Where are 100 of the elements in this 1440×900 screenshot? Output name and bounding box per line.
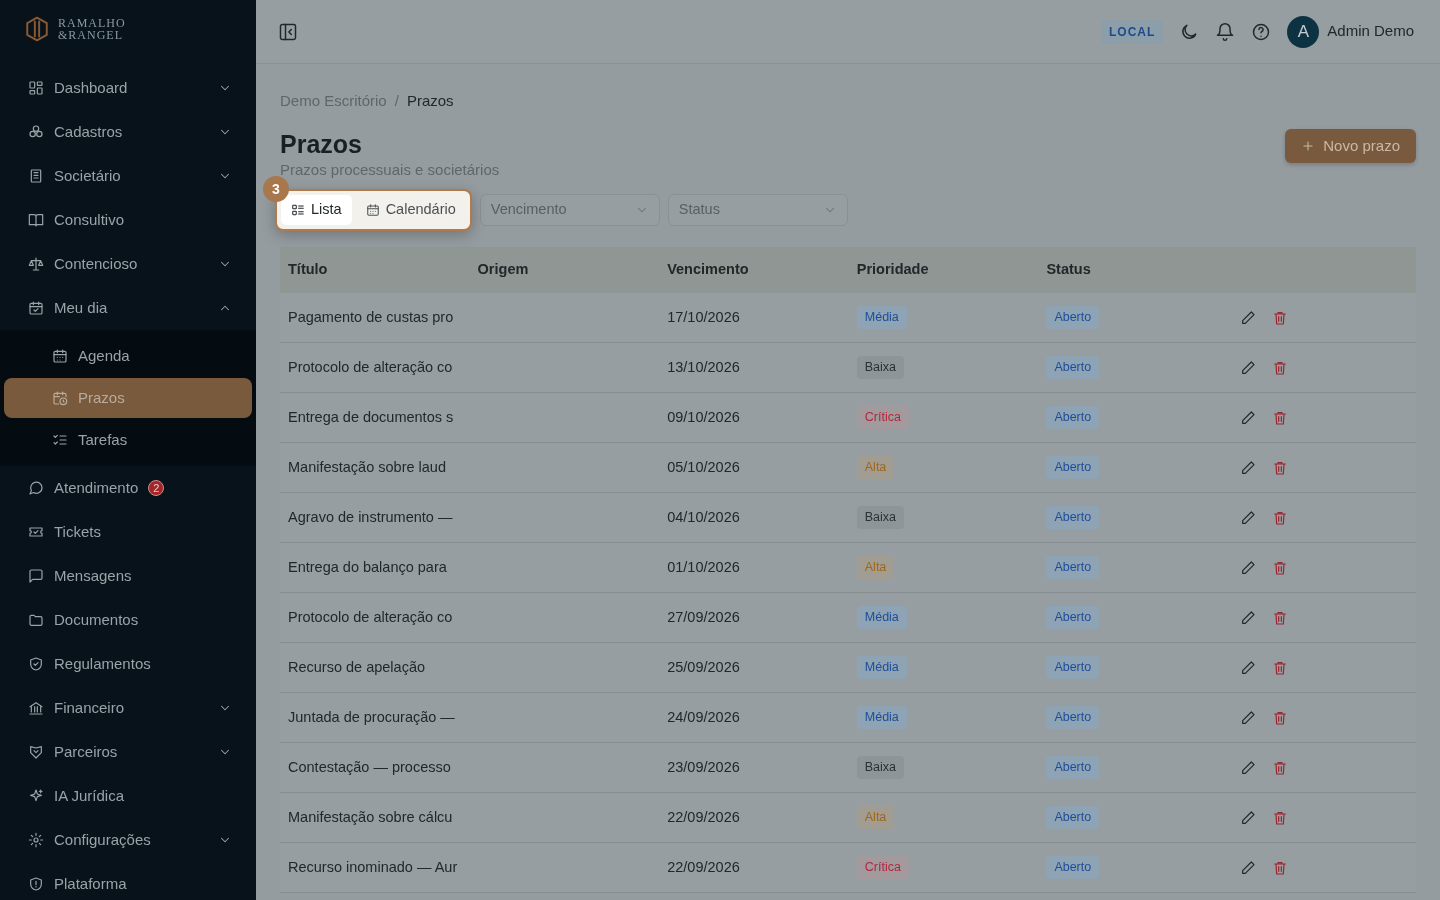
sidebar-item[interactable]: Regulamentos	[0, 642, 252, 686]
table-cell: Manifestação sobre cálcu	[280, 792, 470, 843]
shield-check-icon	[28, 656, 44, 672]
status-tag: Aberto	[1046, 706, 1100, 730]
trash-icon[interactable]	[1272, 359, 1288, 376]
grid-icon	[28, 80, 44, 96]
priority-tag: Crítica	[856, 856, 909, 880]
trash-icon[interactable]	[1272, 659, 1288, 676]
bank-icon	[28, 700, 44, 716]
trash-icon[interactable]	[1272, 309, 1288, 326]
sidebar-item[interactable]: Configurações	[0, 818, 252, 862]
pencil-icon[interactable]	[1240, 759, 1256, 776]
count-badge: 2	[148, 480, 165, 496]
status-tag: Aberto	[1046, 756, 1100, 780]
pencil-icon[interactable]	[1240, 409, 1256, 426]
breadcrumb-current: Prazos	[406, 91, 454, 111]
trash-icon[interactable]	[1272, 509, 1288, 526]
table-cell: Protocolo de alteração co	[280, 592, 470, 643]
message-icon	[28, 568, 44, 584]
sidebar-item[interactable]: Cadastros	[0, 110, 252, 154]
trash-icon[interactable]	[1272, 709, 1288, 726]
table-cell: 09/10/2026	[659, 392, 849, 443]
sidebar-item[interactable]: Tickets	[0, 510, 252, 554]
table-cell: Entrega de documentos s	[280, 392, 470, 443]
pencil-icon[interactable]	[1240, 859, 1256, 876]
status-tag: Aberto	[1046, 306, 1100, 329]
bell-icon[interactable]	[1215, 21, 1236, 42]
sidebar-toggle-icon[interactable]	[278, 21, 298, 42]
table-cell: 25/09/2026	[659, 642, 849, 693]
trash-icon[interactable]	[1272, 809, 1288, 826]
circles-icon	[28, 124, 44, 140]
pencil-icon[interactable]	[1240, 659, 1256, 676]
priority-tag: Alta	[856, 556, 895, 580]
sidebar-item[interactable]: Financeiro	[0, 686, 252, 730]
sidebar-item[interactable]: Plataforma	[0, 862, 252, 900]
trash-icon[interactable]	[1272, 409, 1288, 426]
sidebar-item[interactable]: Documentos	[0, 598, 252, 642]
table-cell: 04/10/2026	[659, 492, 849, 543]
sidebar-subitem[interactable]: Tarefas	[4, 420, 252, 460]
status-tag: Aberto	[1046, 356, 1100, 380]
sidebar-subitem[interactable]: Agenda	[4, 336, 252, 376]
sidebar-item[interactable]: Contencioso	[0, 242, 252, 286]
pencil-icon[interactable]	[1240, 359, 1256, 376]
sidebar-item[interactable]: Parceiros	[0, 730, 252, 774]
tour-step-badge: 3	[263, 176, 289, 202]
scale-icon	[28, 256, 44, 272]
priority-tag: Crítica	[856, 406, 909, 430]
trash-icon[interactable]	[1272, 609, 1288, 626]
sidebar-item[interactable]: Meu dia	[0, 286, 252, 330]
table-cell: Manifestação sobre laud	[280, 442, 470, 493]
column-header: Prioridade	[848, 246, 1039, 293]
table-cell: 13/10/2026	[659, 342, 849, 393]
pencil-icon[interactable]	[1240, 459, 1256, 476]
sidebar-item[interactable]: Dashboard	[0, 66, 252, 110]
priority-tag: Média	[856, 656, 907, 680]
checklist-icon	[52, 432, 68, 448]
chat-bubble-icon	[28, 480, 44, 496]
view-tab[interactable]: Lista	[281, 195, 352, 225]
brand-name: &RANGEL	[58, 29, 124, 41]
ticket-icon	[28, 524, 44, 540]
table-cell: 23/09/2026	[659, 742, 849, 793]
sidebar-item[interactable]: Societário	[0, 154, 252, 198]
priority-tag: Média	[856, 706, 907, 730]
status-tag: Aberto	[1046, 606, 1100, 630]
table-cell: Juntada de procuração —	[280, 692, 470, 743]
trash-icon[interactable]	[1272, 859, 1288, 876]
calendar-clock-icon	[52, 390, 68, 406]
sidebar-item[interactable]: IA Jurídica	[0, 774, 252, 818]
column-header: Status	[1038, 246, 1228, 293]
environment-badge: LOCAL	[1100, 19, 1164, 44]
view-tab[interactable]: Calendário	[355, 195, 466, 225]
trash-icon[interactable]	[1272, 559, 1288, 576]
sidebar-item[interactable]: Consultivo	[0, 198, 252, 242]
pencil-icon[interactable]	[1240, 809, 1256, 826]
pencil-icon[interactable]	[1240, 509, 1256, 526]
breadcrumb-separator: /	[394, 91, 399, 111]
sidebar-item[interactable]: Mensagens	[0, 554, 252, 598]
priority-tag: Baixa	[856, 356, 905, 380]
sidebar-item[interactable]: Atendimento 2	[0, 466, 252, 510]
status-tag: Aberto	[1046, 656, 1100, 680]
table-cell: 17/10/2026	[659, 292, 849, 343]
plus-icon	[1301, 138, 1316, 153]
pencil-icon[interactable]	[1240, 709, 1256, 726]
trash-icon[interactable]	[1272, 759, 1288, 776]
user-name[interactable]: Admin Demo	[1327, 20, 1414, 43]
table-cell: Agravo de instrumento —	[280, 492, 470, 543]
status-tag: Aberto	[1046, 506, 1100, 530]
table-cell: Protocolo de alteração co	[280, 342, 470, 393]
priority-tag: Baixa	[856, 756, 905, 780]
pencil-icon[interactable]	[1240, 309, 1256, 326]
help-icon[interactable]	[1251, 21, 1272, 42]
pencil-icon[interactable]	[1240, 609, 1256, 626]
calendar-icon	[52, 348, 68, 364]
table-cell: 22/09/2026	[659, 792, 849, 843]
priority-tag: Alta	[856, 806, 895, 830]
pencil-icon[interactable]	[1240, 559, 1256, 576]
calendar-icon	[365, 202, 380, 217]
folder-icon	[28, 612, 44, 628]
list-icon	[291, 202, 305, 217]
trash-icon[interactable]	[1272, 459, 1288, 476]
